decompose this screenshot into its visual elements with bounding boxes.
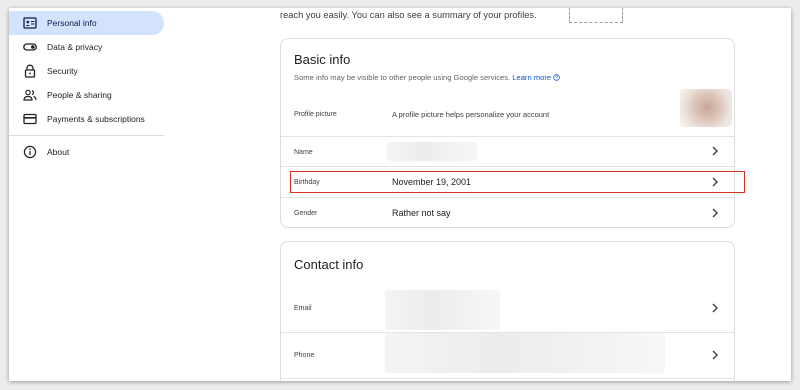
sidebar-nav: Personal info Data & privacy Security Pe… — [9, 8, 169, 381]
sidebar-item-label: About — [47, 147, 70, 157]
app-window: Personal info Data & privacy Security Pe… — [9, 8, 791, 381]
sidebar-item-label: Data & privacy — [47, 42, 103, 52]
email-label: Email — [294, 305, 312, 312]
basic-info-subtitle: Some info may be visible to other people… — [294, 73, 560, 82]
sidebar-item-personal-info[interactable]: Personal info — [9, 11, 164, 35]
sidebar-item-people-sharing[interactable]: People & sharing — [9, 83, 164, 107]
chevron-right-icon — [712, 350, 718, 360]
avatar[interactable] — [680, 89, 732, 127]
sidebar-item-security[interactable]: Security — [9, 59, 164, 83]
sidebar-item-label: Security — [47, 66, 78, 76]
birthday-label: Birthday — [294, 179, 320, 186]
name-label: Name — [294, 149, 313, 156]
profile-picture-hint: A profile picture helps personalize your… — [392, 110, 550, 119]
gender-label: Gender — [294, 210, 318, 217]
intro-text: reach you easily. You can also see a sum… — [280, 10, 537, 20]
phone-label: Phone — [294, 352, 315, 359]
gender-row[interactable]: Gender Rather not say — [281, 198, 734, 227]
toggle-icon — [23, 43, 37, 51]
profile-picture-row[interactable]: Profile picture A profile picture helps … — [281, 93, 734, 136]
sidebar-item-label: Personal info — [47, 18, 97, 28]
sidebar-item-payments[interactable]: Payments & subscriptions — [9, 107, 164, 131]
sidebar-divider — [9, 135, 164, 136]
name-row[interactable]: Name — [281, 137, 734, 166]
contact-info-card: Contact info Email Phone — [280, 241, 735, 381]
subtitle-text: Some info may be visible to other people… — [294, 73, 511, 82]
email-row[interactable]: Email — [281, 286, 734, 332]
credit-card-icon — [23, 113, 37, 125]
sidebar-item-label: People & sharing — [47, 90, 112, 100]
chevron-right-icon — [712, 208, 718, 218]
basic-info-title: Basic info — [294, 52, 351, 67]
phone-row[interactable]: Phone — [281, 333, 734, 378]
contact-info-title: Contact info — [294, 257, 364, 272]
lock-icon — [24, 64, 36, 78]
learn-more-label: Learn more — [512, 73, 552, 82]
chevron-right-icon — [712, 177, 718, 187]
profile-picture-label: Profile picture — [294, 111, 337, 118]
chevron-right-icon — [712, 146, 718, 156]
email-value-redacted — [385, 290, 500, 330]
learn-more-link[interactable]: Learn more — [512, 73, 560, 82]
row-divider — [281, 378, 734, 379]
basic-info-card: Basic info Some info may be visible to o… — [280, 38, 735, 228]
help-circle-icon — [553, 74, 560, 81]
info-icon — [23, 145, 37, 159]
sidebar-item-label: Payments & subscriptions — [47, 114, 145, 124]
dashed-outline — [569, 8, 623, 23]
phone-value-redacted — [385, 333, 665, 373]
chevron-right-icon — [712, 303, 718, 313]
sidebar-item-about[interactable]: About — [9, 140, 164, 164]
people-icon — [23, 89, 37, 101]
birthday-row[interactable]: Birthday November 19, 2001 — [281, 167, 734, 197]
gender-value: Rather not say — [392, 208, 451, 218]
birthday-value: November 19, 2001 — [392, 177, 472, 187]
id-card-icon — [23, 17, 37, 29]
name-value-redacted — [387, 142, 477, 161]
sidebar-item-data-privacy[interactable]: Data & privacy — [9, 35, 164, 59]
